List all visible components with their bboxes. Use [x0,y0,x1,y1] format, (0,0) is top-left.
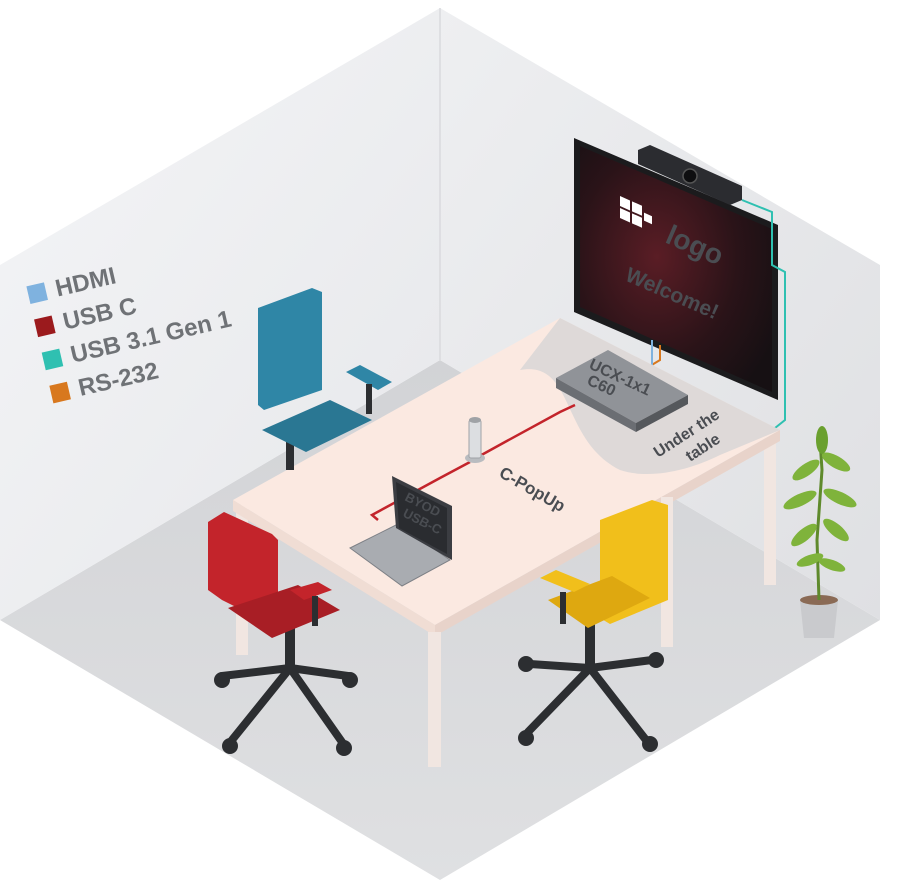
camera-lens [682,168,698,184]
popup-top [469,417,481,423]
chair-blue-back [258,288,322,410]
chair-red-arm-post [312,596,318,626]
meeting-room-diagram: HDMI USB C USB 3.1 Gen 1 RS-232 logo Wel… [0,8,880,880]
plant-pot [800,600,838,638]
table-leg-front [428,632,441,767]
chair-yellow-post [585,620,595,670]
chair-blue-arm-post [366,384,372,414]
table-leg-far [764,440,776,585]
chair-yellow-arm-post [560,592,566,624]
popup-tower [468,419,482,459]
